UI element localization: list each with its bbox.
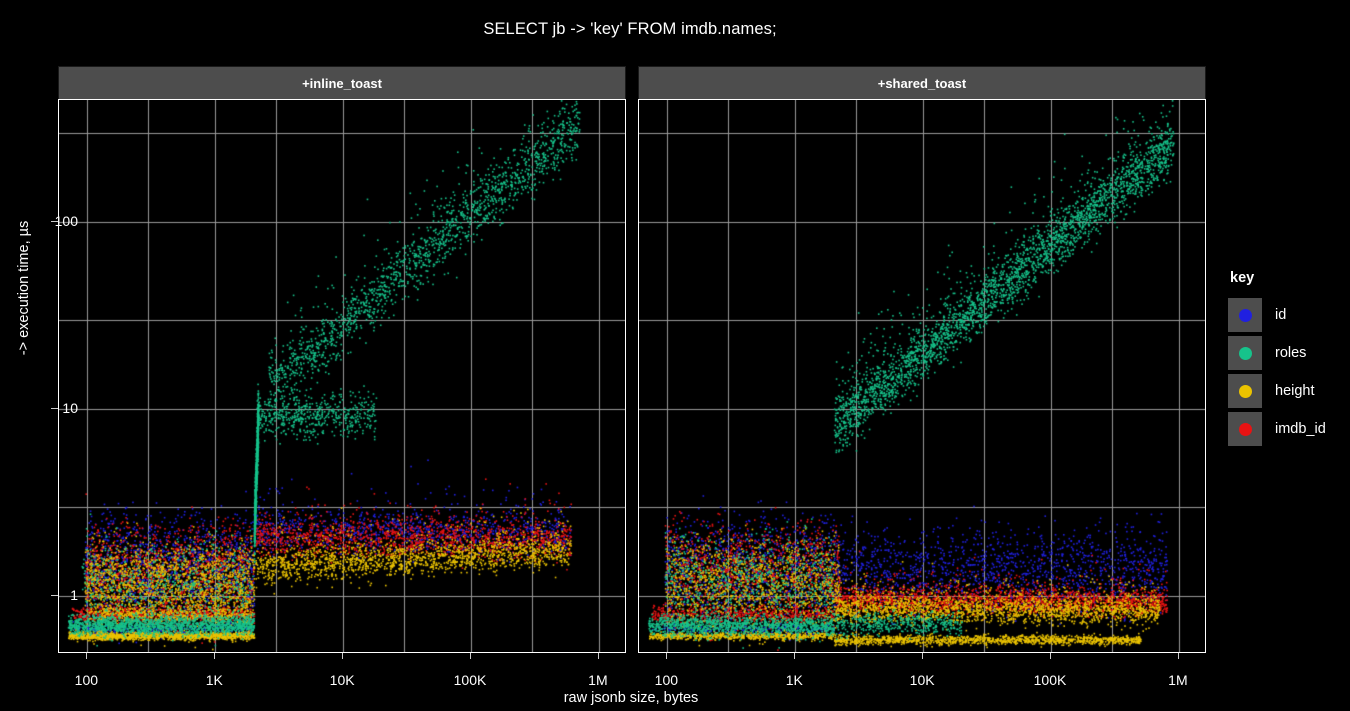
x-axis-tick-mark xyxy=(470,653,471,659)
x-axis-tick-mark xyxy=(214,653,215,659)
x-axis-tick-label: 100K xyxy=(453,672,487,688)
scatter-canvas-inline-toast xyxy=(59,100,625,652)
plot-panel-inline-toast xyxy=(58,99,626,653)
legend-key-swatch xyxy=(1228,298,1262,332)
legend-title: key xyxy=(1230,270,1255,286)
facet-label: +shared_toast xyxy=(877,75,967,91)
x-axis-tick-label: 1K xyxy=(205,672,223,688)
facet-strip-shared-toast: +shared_toast xyxy=(638,66,1206,100)
x-axis-tick-label: 10K xyxy=(909,672,935,688)
x-axis-tick-mark xyxy=(794,653,795,659)
legend-dot-icon xyxy=(1238,346,1252,360)
legend-key-swatch xyxy=(1228,412,1262,446)
chart-root: SELECT jb -> 'key' FROM imdb.names; +inl… xyxy=(0,0,1350,711)
x-axis-tick-label: 100K xyxy=(1033,672,1067,688)
x-axis-tick-mark xyxy=(1178,653,1179,659)
legend-dot-icon xyxy=(1238,308,1252,322)
scatter-canvas-shared-toast xyxy=(639,100,1205,652)
legend-item-label: id xyxy=(1275,307,1287,323)
x-axis-tick-mark xyxy=(342,653,343,659)
y-axis-tick-mark xyxy=(51,595,58,596)
x-axis-tick-mark xyxy=(666,653,667,659)
legend-rows: id roles height imdb_id xyxy=(1228,298,1350,446)
legend-item-height[interactable]: height xyxy=(1228,374,1350,408)
x-axis-tick-label: 1K xyxy=(785,672,803,688)
y-axis-tick-mark xyxy=(51,408,58,409)
x-axis-tick-label: 10K xyxy=(329,672,355,688)
x-axis-tick-mark xyxy=(922,653,923,659)
legend-key-swatch xyxy=(1228,336,1262,370)
legend-dot-icon xyxy=(1238,422,1252,436)
facet-label: +inline_toast xyxy=(302,75,382,91)
x-axis-label: raw jsonb size, bytes xyxy=(563,690,699,706)
x-axis-tick-label: 100 xyxy=(654,672,679,688)
legend-item-label: roles xyxy=(1275,345,1307,361)
legend-key-swatch xyxy=(1228,374,1262,408)
legend-item-roles[interactable]: roles xyxy=(1228,336,1350,370)
legend-item-label: height xyxy=(1275,383,1315,399)
y-axis-tick-label: 1 xyxy=(70,586,78,603)
page-title: SELECT jb -> 'key' FROM imdb.names; xyxy=(483,20,777,38)
x-axis-tick-label: 1M xyxy=(1168,672,1188,688)
x-axis-tick-label: 100 xyxy=(74,672,99,688)
plot-panel-shared-toast xyxy=(638,99,1206,653)
legend-item-label: imdb_id xyxy=(1275,421,1326,437)
legend-item-imdb-id[interactable]: imdb_id xyxy=(1228,412,1350,446)
facet-strip-inline-toast: +inline_toast xyxy=(58,66,626,100)
legend: key id roles height imdb_id xyxy=(1228,270,1350,450)
legend-dot-icon xyxy=(1238,384,1252,398)
y-axis-label: -> execution time, µs xyxy=(16,220,32,356)
x-axis-tick-label: 1M xyxy=(588,672,608,688)
x-axis-tick-mark xyxy=(86,653,87,659)
y-axis-tick-mark xyxy=(51,221,58,222)
legend-item-id[interactable]: id xyxy=(1228,298,1350,332)
x-axis-tick-mark xyxy=(1050,653,1051,659)
x-axis-tick-mark xyxy=(598,653,599,659)
